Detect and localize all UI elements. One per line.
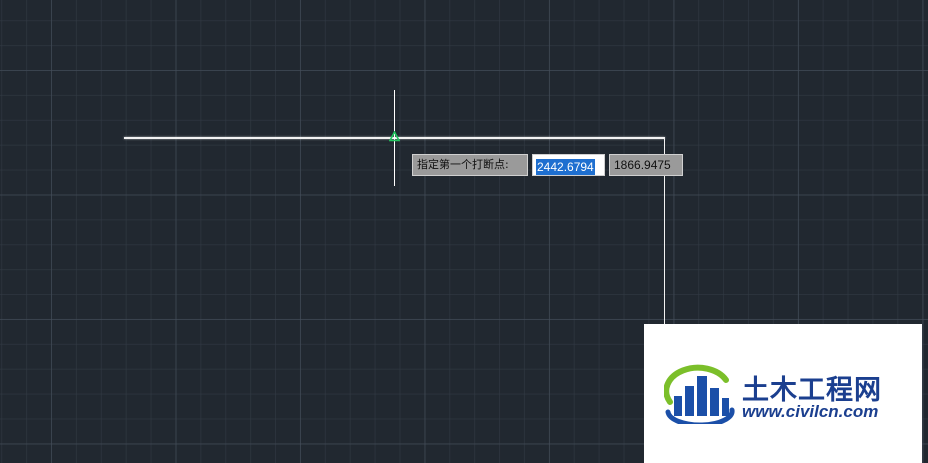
midpoint-snap-icon [389, 131, 400, 142]
building-logo-icon [664, 364, 735, 424]
x-coordinate-value: 2442.6794 [536, 159, 595, 175]
y-coordinate-value: 1866.9475 [614, 158, 671, 172]
prompt-label: 指定第一个打断点: [417, 158, 509, 171]
y-coordinate-input[interactable]: 1866.9475 [609, 154, 683, 176]
drawing-canvas[interactable]: 指定第一个打断点: 2442.6794 1866.9475 土木工程网 www.… [0, 0, 928, 463]
watermark-logo: 土木工程网 www.civilcn.com [644, 324, 922, 463]
command-prompt-tooltip: 指定第一个打断点: [412, 154, 528, 176]
x-coordinate-input[interactable]: 2442.6794 [532, 154, 605, 176]
site-url: www.civilcn.com [742, 402, 879, 421]
